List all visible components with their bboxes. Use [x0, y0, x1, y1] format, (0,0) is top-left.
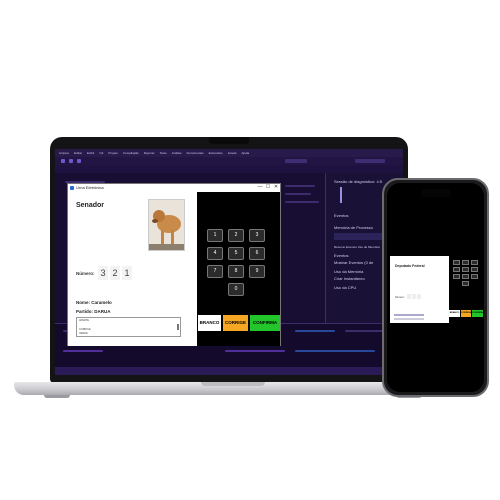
phone-device: Deputado Federal Número: BRANCO CORRIGE …	[382, 178, 489, 397]
number-digit: 1	[122, 266, 132, 280]
ide-menu-item[interactable]: Ferramentas	[187, 151, 204, 155]
ide-menu-item[interactable]: Janela	[228, 151, 237, 155]
key-7[interactable]: 7	[207, 265, 223, 278]
number-digit: 3	[98, 266, 108, 280]
instruction-line: VERDE	[79, 332, 88, 335]
laptop-lid: Arquivo Editar Exibir Git Projeto Compilação D…	[50, 137, 408, 383]
show-events-row[interactable]: Mostrar Eventos (0 de	[334, 260, 373, 265]
ballot-screen: Senador Número: 3 2 1 Nome: Caramelo Par…	[68, 192, 197, 346]
toolbar-icon[interactable]	[69, 159, 73, 163]
maximize-button[interactable]: ☐	[264, 184, 272, 191]
ide-menu-item[interactable]: Projeto	[108, 151, 118, 155]
app-window: Urna Eletrônica — ☐ ✕ Senador Número: 3 …	[67, 183, 281, 346]
memory-label[interactable]: Memória de Processo	[334, 225, 373, 230]
key-1[interactable]: 1	[207, 229, 223, 242]
toolbar-icon[interactable]	[77, 159, 81, 163]
ide-menu-item[interactable]: Editar	[74, 151, 82, 155]
number-digit	[417, 294, 421, 299]
summary-tabs[interactable]: Resumo Eventos Uso de Memória	[334, 245, 380, 249]
ide-menu-item[interactable]: Arquivo	[59, 151, 69, 155]
close-button[interactable]: ✕	[272, 184, 280, 191]
key[interactable]	[453, 267, 460, 272]
corrige-button[interactable]: CORRIGE	[461, 310, 471, 317]
instruction-line: CORRIGE	[79, 328, 91, 331]
candidate-name: Nome: Caramelo	[76, 300, 112, 305]
number-label: Número:	[395, 296, 405, 299]
ide-menu-item[interactable]: Ajuda	[241, 151, 249, 155]
run-button[interactable]	[285, 159, 307, 163]
key-6[interactable]: 6	[249, 247, 265, 260]
keypad-panel: 1 2 3 4 5 6 7 8 9 0 BRANCO CORRIGE CONFI…	[197, 192, 280, 346]
ide-menu-item[interactable]: Depurar	[144, 151, 155, 155]
cpu-use-section: Uso da CPU	[334, 285, 357, 290]
number-label: Número:	[76, 271, 95, 276]
ide-menu-item[interactable]: Extensões	[209, 151, 223, 155]
scrollbar[interactable]	[177, 324, 179, 330]
memory-graph	[334, 233, 384, 240]
search-box[interactable]	[355, 159, 385, 163]
ide-menu-item[interactable]: Exibir	[87, 151, 95, 155]
ide-menu-item[interactable]: Teste	[160, 151, 167, 155]
key[interactable]	[471, 260, 478, 265]
key[interactable]	[453, 260, 460, 265]
corrige-button[interactable]: CORRIGE	[223, 315, 248, 331]
confirma-button[interactable]: CONFIRMA	[472, 310, 484, 317]
key[interactable]	[471, 267, 478, 272]
role-title: Deputado Federal	[395, 264, 425, 268]
phone-ballot-screen: Deputado Federal Número:	[390, 256, 449, 323]
key[interactable]	[462, 281, 469, 286]
number-digit	[407, 294, 411, 299]
role-title: Senador	[76, 202, 105, 209]
laptop-screen: Arquivo Editar Exibir Git Projeto Compilação D…	[55, 149, 403, 375]
ide-menu-item[interactable]: Análise	[172, 151, 182, 155]
dynamic-island	[420, 189, 451, 197]
ide-tab-strip	[55, 165, 403, 173]
instructions-line	[394, 318, 424, 320]
key-0[interactable]: 0	[228, 283, 244, 296]
create-snapshot-button[interactable]: Criar Instantâneo	[334, 276, 365, 281]
key[interactable]	[462, 274, 469, 279]
ide-menu-item[interactable]: Compilação	[123, 151, 139, 155]
phone-screen: Deputado Federal Número: BRANCO CORRIGE …	[387, 183, 484, 392]
key[interactable]	[471, 274, 478, 279]
app-icon	[70, 186, 74, 190]
ide-menu-bar: Arquivo Editar Exibir Git Projeto Compilação D…	[55, 149, 403, 157]
window-title: Urna Eletrônica	[76, 185, 104, 190]
number-digit	[412, 294, 416, 299]
key[interactable]	[462, 260, 469, 265]
branco-button[interactable]: BRANCO	[449, 310, 460, 317]
events-label[interactable]: Eventos	[334, 213, 348, 218]
key-8[interactable]: 8	[228, 265, 244, 278]
minimize-button[interactable]: —	[256, 184, 264, 191]
number-digit: 2	[110, 266, 120, 280]
diag-session-title: Sessão de diagnóstico: 4:5	[334, 179, 383, 184]
key-5[interactable]: 5	[228, 247, 244, 260]
candidate-photo	[148, 199, 185, 251]
ide-status-bar	[55, 367, 403, 375]
instructions-box: APERTE CORRIGE VERDE	[76, 317, 181, 337]
events-section: Eventos	[334, 253, 349, 258]
branco-button[interactable]: BRANCO	[198, 315, 221, 331]
instruction-line: APERTE	[79, 319, 89, 322]
confirma-button[interactable]: CONFIRMA	[250, 315, 280, 331]
toolbar-icon[interactable]	[61, 159, 65, 163]
camera-notch	[209, 137, 249, 144]
ide-menu-item[interactable]: Git	[100, 151, 104, 155]
key[interactable]	[453, 274, 460, 279]
instructions-line	[394, 314, 424, 316]
candidate-party: Partido: DARUA	[76, 309, 111, 314]
key-2[interactable]: 2	[228, 229, 244, 242]
key-4[interactable]: 4	[207, 247, 223, 260]
key-3[interactable]: 3	[249, 229, 265, 242]
memory-use-section: Uso da Memória	[334, 269, 364, 274]
key[interactable]	[462, 267, 469, 272]
key-9[interactable]: 9	[249, 265, 265, 278]
